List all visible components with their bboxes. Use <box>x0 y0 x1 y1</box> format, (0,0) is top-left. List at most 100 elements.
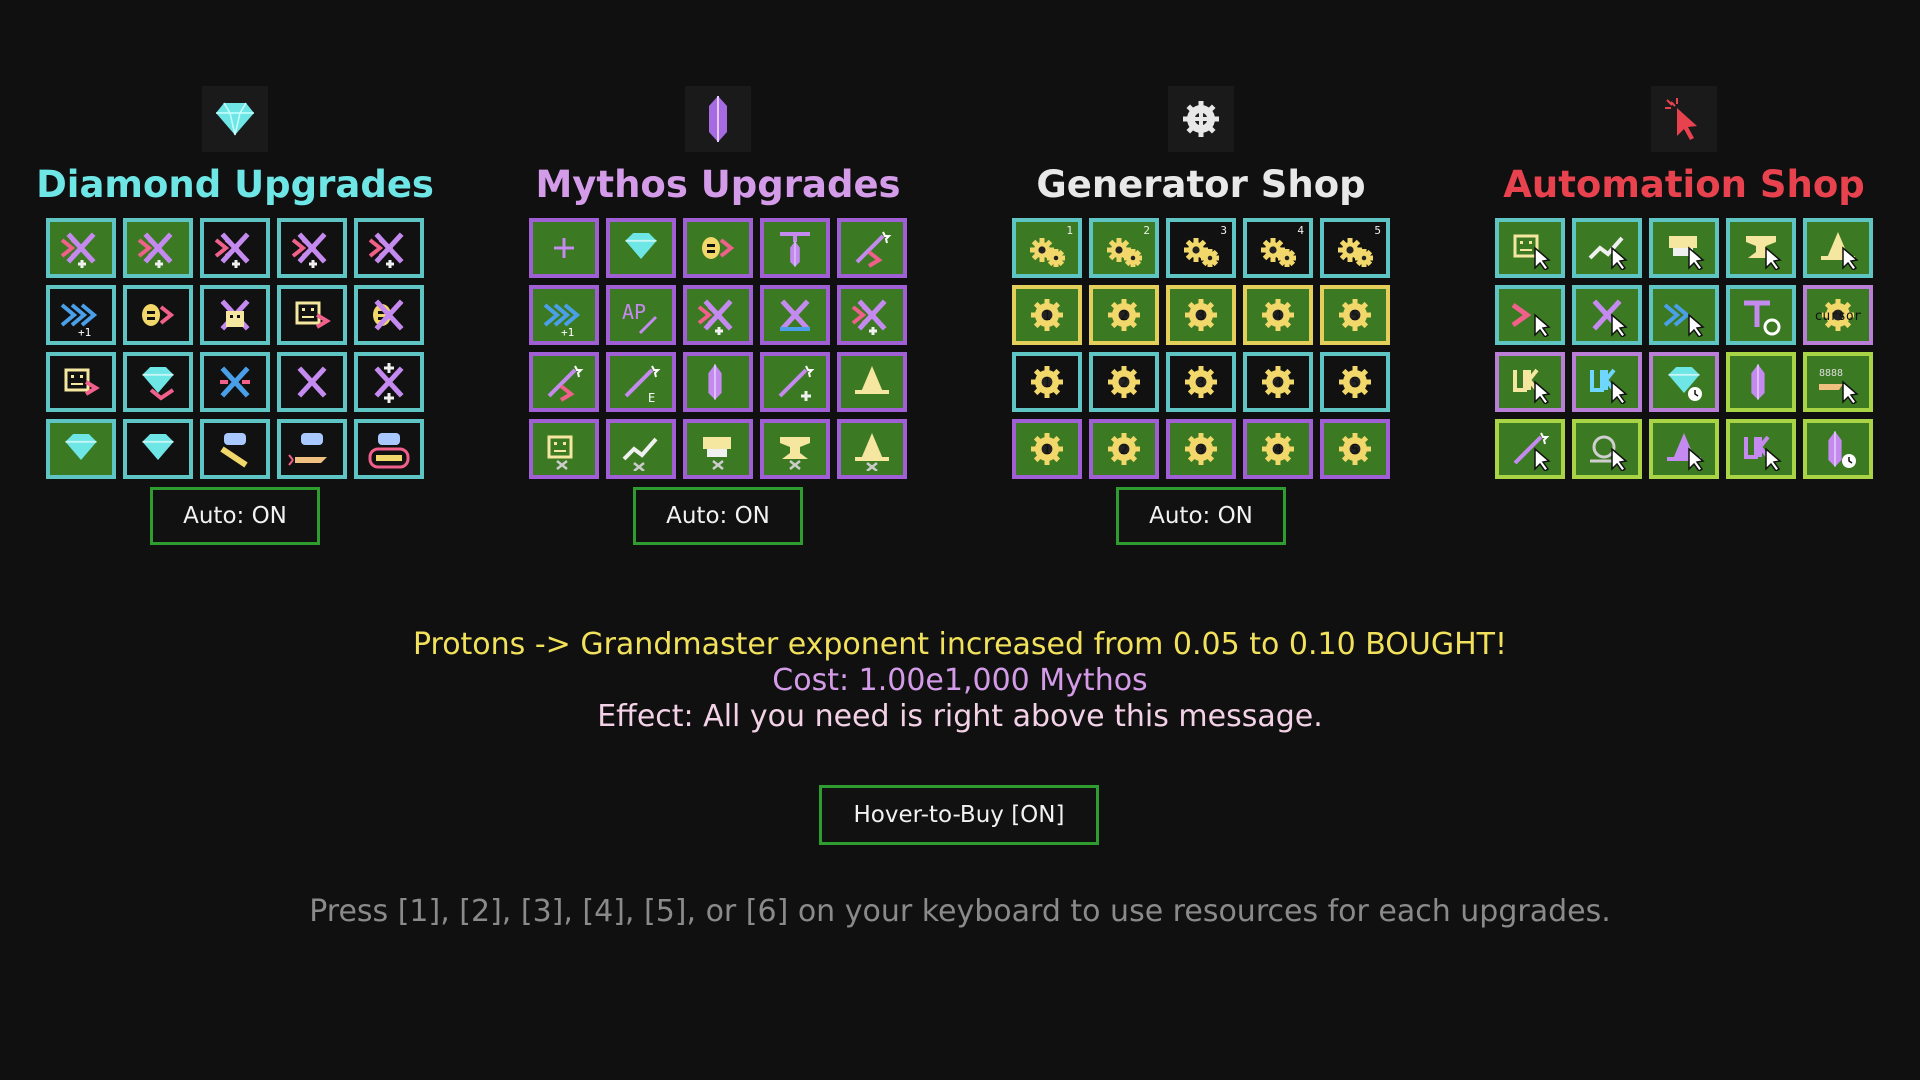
generator-shop-tile-7[interactable]: 2 <box>1089 285 1159 345</box>
generator-shop-tile-8[interactable]: 3 <box>1166 285 1236 345</box>
automation-shop-tile-17[interactable] <box>1572 419 1642 479</box>
automation-shop-tile-15[interactable]: 8888 <box>1803 352 1873 412</box>
diamond-upgrades-tile-17[interactable] <box>123 419 193 479</box>
generator-shop-tile-10[interactable]: 5 <box>1320 285 1390 345</box>
gear-plus-icon <box>1168 86 1234 152</box>
automation-shop-tile-13[interactable] <box>1649 352 1719 412</box>
automation-shop-tile-2[interactable] <box>1572 218 1642 278</box>
diamond-upgrades-tile-20[interactable] <box>354 419 424 479</box>
generator-shop-tile-1[interactable]: 1 <box>1012 218 1082 278</box>
mythos-upgrades-tile-9[interactable] <box>760 285 830 345</box>
diamond-upgrades-tile-1[interactable] <box>46 218 116 278</box>
automation-shop-tile-19[interactable] <box>1726 419 1796 479</box>
mythos-upgrades-tile-15[interactable] <box>837 352 907 412</box>
svg-text:8888: 8888 <box>1819 368 1843 379</box>
status-message-effect: Effect: All you need is right above this… <box>597 699 1323 734</box>
mythos-upgrades-tile-1[interactable] <box>529 218 599 278</box>
automation-shop-tile-1[interactable] <box>1495 218 1565 278</box>
mythos-upgrades-auto-toggle-button[interactable]: Auto: ON <box>633 487 803 545</box>
generator-shop-tile-12[interactable]: 2 <box>1089 352 1159 412</box>
generator-shop-tile-11[interactable]: 1 <box>1012 352 1082 412</box>
diamond-upgrades-tile-6[interactable]: +1 <box>46 285 116 345</box>
generator-shop-tile-4[interactable]: 4 <box>1243 218 1313 278</box>
hover-to-buy-button[interactable]: Hover-to-Buy [ON] <box>819 785 1099 845</box>
generator-shop-tile-20[interactable]: 5 <box>1320 419 1390 479</box>
diamond-upgrades-tile-2[interactable] <box>123 218 193 278</box>
generator-shop-tile-16[interactable]: 1 <box>1012 419 1082 479</box>
diamond-upgrades-tile-13[interactable] <box>200 352 270 412</box>
diamond-upgrades-auto-toggle-button[interactable]: Auto: ON <box>150 487 320 545</box>
crystal-icon <box>685 86 751 152</box>
automation-shop-tile-3[interactable] <box>1649 218 1719 278</box>
generator-shop-tile-14[interactable]: 4 <box>1243 352 1313 412</box>
generator-shop-tile-13[interactable]: 3 <box>1166 352 1236 412</box>
wand-e-icon: E <box>624 365 661 404</box>
diamond-upgrades-tile-8[interactable] <box>200 285 270 345</box>
diamond-upgrades-tile-19[interactable] <box>277 419 347 479</box>
mythos-upgrades-tile-16[interactable] <box>529 419 599 479</box>
automation-shop-tile-11[interactable] <box>1495 352 1565 412</box>
automation-shop-tile-18[interactable] <box>1649 419 1719 479</box>
mythos-upgrades-tile-19[interactable] <box>760 419 830 479</box>
mythos-upgrades-tile-13[interactable] <box>683 352 753 412</box>
uk-cursor-purple-icon <box>1744 435 1782 471</box>
mythos-upgrades-tile-11[interactable] <box>529 352 599 412</box>
diamond-upgrades-tile-3[interactable] <box>200 218 270 278</box>
automation-shop-tile-10[interactable]: cursor <box>1803 285 1873 345</box>
automation-shop-tile-8[interactable] <box>1649 285 1719 345</box>
diamond-upgrades-tile-9[interactable] <box>277 285 347 345</box>
generator-shop-tile-15[interactable]: 5 <box>1320 352 1390 412</box>
cross-plus-icon <box>374 363 404 403</box>
discord-cart-icon <box>368 433 410 469</box>
generator-shop-tile-3[interactable]: 3 <box>1166 218 1236 278</box>
mythos-upgrades-tile-6[interactable]: +1 <box>529 285 599 345</box>
mythos-upgrades-tile-17[interactable] <box>606 419 676 479</box>
mythos-upgrades-tile-3[interactable] <box>683 218 753 278</box>
hat-cross-icon <box>855 433 889 471</box>
diamond-upgrades-tile-11[interactable] <box>46 352 116 412</box>
diamond-upgrades-tile-4[interactable] <box>277 218 347 278</box>
diamond-upgrades-tile-10[interactable] <box>354 285 424 345</box>
generator-shop-tile-2[interactable]: 2 <box>1089 218 1159 278</box>
generator-shop-tile-9[interactable]: 4 <box>1243 285 1313 345</box>
generator-shop-auto-toggle-button[interactable]: Auto: ON <box>1116 487 1286 545</box>
mythos-upgrades-tile-4[interactable] <box>760 218 830 278</box>
automation-shop-tile-4[interactable] <box>1726 218 1796 278</box>
automation-shop-tile-12[interactable] <box>1572 352 1642 412</box>
diamond-upgrades-tile-7[interactable] <box>123 285 193 345</box>
generator-shop-tile-18[interactable]: 3 <box>1166 419 1236 479</box>
diamond-upgrades-tile-12[interactable] <box>123 352 193 412</box>
mythos-upgrades-tile-10[interactable] <box>837 285 907 345</box>
generator-shop-tile-6[interactable]: 1 <box>1012 285 1082 345</box>
mythos-upgrades-tile-7[interactable]: AP <box>606 285 676 345</box>
mythos-upgrades-tile-20[interactable] <box>837 419 907 479</box>
generator-shop-tile-5[interactable]: 5 <box>1320 218 1390 278</box>
gear-3-icon: 3 <box>1185 366 1217 398</box>
automation-shop-tile-7[interactable] <box>1572 285 1642 345</box>
generator-shop-tile-17[interactable]: 2 <box>1089 419 1159 479</box>
diamond-upgrades-tile-18[interactable] <box>200 419 270 479</box>
robot-cross-icon <box>220 299 250 331</box>
mythos-upgrades-tile-18[interactable] <box>683 419 753 479</box>
mythos-upgrades-tile-5[interactable] <box>837 218 907 278</box>
automation-shop-tile-14[interactable] <box>1726 352 1796 412</box>
automation-shop-tile-16[interactable] <box>1495 419 1565 479</box>
gear-1-icon: 1 <box>1031 366 1063 398</box>
svg-text:5: 5 <box>1351 376 1359 391</box>
gear-3-icon: 3 <box>1185 299 1217 331</box>
mythos-upgrades-tile-14[interactable] <box>760 352 830 412</box>
arrow-cross-double-plus-icon <box>137 232 173 268</box>
diamond-upgrades-tile-14[interactable] <box>277 352 347 412</box>
automation-shop-tile-5[interactable] <box>1803 218 1873 278</box>
mythos-upgrades-tile-8[interactable] <box>683 285 753 345</box>
automation-shop-tile-20[interactable] <box>1803 419 1873 479</box>
automation-shop-tile-9[interactable] <box>1726 285 1796 345</box>
automation-shop-tile-6[interactable] <box>1495 285 1565 345</box>
diamond-upgrades-tile-15[interactable] <box>354 352 424 412</box>
diamond-upgrades-tile-16[interactable] <box>46 419 116 479</box>
generator-shop-tile-19[interactable]: 4 <box>1243 419 1313 479</box>
diamond-upgrades-tile-5[interactable] <box>354 218 424 278</box>
mythos-upgrades-tile-12[interactable]: E <box>606 352 676 412</box>
mythos-upgrades-tile-2[interactable] <box>606 218 676 278</box>
blue-arrows-plus-one-icon: +1 <box>60 303 98 337</box>
